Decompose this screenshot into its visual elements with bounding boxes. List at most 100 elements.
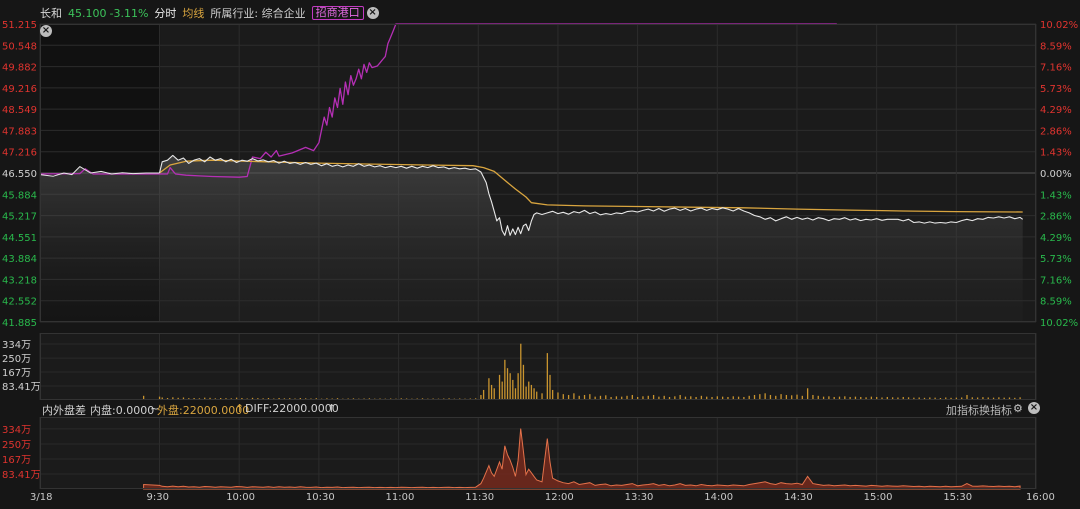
volume-bar bbox=[493, 388, 495, 400]
average-line-label: 均线 bbox=[182, 7, 205, 20]
time-axis-tick: 14:30 bbox=[784, 492, 813, 503]
percent-axis-tick: 7.16% bbox=[1040, 63, 1072, 74]
last-price: 45.100 bbox=[68, 6, 107, 20]
volume-bar bbox=[522, 364, 525, 400]
time-axis-tick: 15:00 bbox=[864, 492, 893, 503]
indicator-close-icon[interactable]: × bbox=[1028, 402, 1040, 414]
indicator-axis-tick: 250万 bbox=[2, 440, 31, 451]
timeshare-mode-button[interactable]: 分时 bbox=[154, 5, 176, 21]
diff-value: DIFF:22000.0000 bbox=[245, 402, 339, 415]
price-axis-tick: 43.218 bbox=[2, 275, 37, 286]
volume-bar bbox=[512, 379, 514, 400]
price-axis-tick: 41.885 bbox=[2, 318, 37, 329]
time-axis-tick: 9:30 bbox=[147, 492, 169, 503]
indicator-panel-bg bbox=[40, 417, 1036, 489]
indicator-axis-tick: 83.41万 bbox=[2, 470, 41, 481]
price-axis-tick: 43.884 bbox=[2, 254, 37, 265]
time-axis-tick: 16:00 bbox=[1026, 492, 1055, 503]
volume-bar bbox=[541, 393, 543, 400]
overlay-stock-tag[interactable]: 招商港口 bbox=[311, 6, 364, 20]
volume-axis-tick: 167万 bbox=[2, 368, 31, 379]
percent-axis-tick: 7.16% bbox=[1040, 275, 1072, 286]
volume-bar bbox=[528, 381, 530, 400]
industry-label: 所属行业: 综合企业 bbox=[210, 7, 306, 20]
price-axis-tick: 49.216 bbox=[2, 84, 37, 95]
volume-bar bbox=[536, 391, 538, 400]
outer-up-arrow-icon: ↑ bbox=[235, 402, 245, 415]
volume-axis-tick: 83.41万 bbox=[2, 382, 41, 393]
volume-bar bbox=[504, 359, 506, 400]
percent-axis-tick: 5.73% bbox=[1040, 84, 1072, 95]
overlay-close-icon[interactable]: × bbox=[366, 7, 379, 19]
switch-indicator-button[interactable]: 换指标 bbox=[979, 402, 1012, 418]
volume-bar bbox=[498, 374, 501, 400]
volume-bar bbox=[806, 388, 809, 400]
volume-panel-bg bbox=[40, 333, 1036, 400]
volume-bar bbox=[764, 393, 766, 400]
percent-axis-tick: 2.86% bbox=[1040, 126, 1072, 137]
price-axis-tick: 42.552 bbox=[2, 297, 37, 308]
price-axis-tick: 44.551 bbox=[2, 233, 37, 244]
percent-axis-tick: 10.02% bbox=[1040, 20, 1078, 31]
intraday-chart[interactable]: 51.215 10.02% 50.548 8.59% 49.882 7.16% 49.216… bbox=[0, 0, 1080, 509]
indicator-axis-tick: 334万 bbox=[2, 425, 31, 436]
percent-axis-tick: 4.29% bbox=[1040, 233, 1072, 244]
time-axis-tick: 11:30 bbox=[465, 492, 494, 503]
change-percent: -3.11% bbox=[109, 6, 149, 20]
price-axis-tick: 48.549 bbox=[2, 105, 37, 116]
volume-bar bbox=[482, 389, 485, 400]
volume-bar bbox=[557, 392, 559, 400]
time-axis-tick: 14:00 bbox=[704, 492, 733, 503]
volume-bar bbox=[546, 353, 548, 400]
gear-icon[interactable]: ⚙ bbox=[1013, 402, 1023, 415]
percent-axis-tick: 4.29% bbox=[1040, 105, 1072, 116]
volume-bar bbox=[517, 373, 519, 400]
volume-bar bbox=[520, 343, 522, 400]
price-axis-tick: 45.217 bbox=[2, 212, 37, 223]
price-axis-tick: 46.550 bbox=[2, 169, 37, 180]
percent-axis-tick: 5.73% bbox=[1040, 254, 1072, 265]
volume-bar bbox=[549, 374, 551, 400]
chart-header: 长和 45.100 -3.11% 分时 均线 所属行业: 综合企业 招商港口 × bbox=[0, 5, 385, 21]
volume-bar bbox=[552, 389, 554, 400]
time-axis-tick: 3/18 bbox=[30, 492, 52, 503]
price-axis-tick: 45.884 bbox=[2, 190, 37, 201]
indicator-title: 内外盘差 bbox=[42, 404, 86, 417]
volume-bar bbox=[525, 386, 527, 400]
volume-bar bbox=[530, 384, 533, 400]
volume-bar bbox=[514, 388, 517, 400]
volume-bar bbox=[509, 373, 511, 400]
time-axis-tick: 15:30 bbox=[943, 492, 972, 503]
time-axis-tick: 10:30 bbox=[306, 492, 335, 503]
price-axis-tick: 47.883 bbox=[2, 126, 37, 137]
time-axis-tick: 13:30 bbox=[625, 492, 654, 503]
add-indicator-button[interactable]: 加指标 bbox=[946, 402, 979, 418]
stock-name: 长和 bbox=[40, 7, 62, 20]
volume-bar bbox=[533, 388, 535, 400]
chart-close-icon[interactable]: × bbox=[40, 25, 52, 37]
percent-axis-tick: 10.02% bbox=[1040, 318, 1078, 329]
time-axis-tick: 12:00 bbox=[545, 492, 574, 503]
price-axis-tick: 49.882 bbox=[2, 63, 37, 74]
volume-bar bbox=[506, 368, 509, 400]
volume-bar bbox=[501, 381, 503, 400]
price-axis-tick: 47.216 bbox=[2, 148, 37, 159]
indicator-bar: 内外盘差 内盘:0.0000 ~ 外盘:22000.0000 ↑ DIFF:22… bbox=[0, 401, 1080, 417]
percent-axis-tick: 8.59% bbox=[1040, 297, 1072, 308]
percent-axis-tick: 1.43% bbox=[1040, 190, 1072, 201]
price-axis-tick: 51.215 bbox=[2, 20, 37, 31]
diff-up-arrow-icon: ↑ bbox=[327, 402, 337, 415]
percent-axis-tick: 1.43% bbox=[1040, 148, 1072, 159]
time-axis-tick: 10:00 bbox=[226, 492, 255, 503]
price-axis-tick: 50.548 bbox=[2, 41, 37, 52]
inner-volume-value: 内盘:0.0000 bbox=[90, 404, 155, 417]
volume-bar bbox=[490, 384, 493, 400]
volume-bar bbox=[573, 393, 575, 400]
time-axis-tick: 11:00 bbox=[386, 492, 415, 503]
percent-axis-tick: 2.86% bbox=[1040, 212, 1072, 223]
indicator-axis-tick: 167万 bbox=[2, 455, 31, 466]
volume-axis-tick: 250万 bbox=[2, 354, 31, 365]
volume-bar bbox=[488, 378, 490, 400]
volume-axis-tick: 334万 bbox=[2, 340, 31, 351]
percent-axis-tick: 0.00% bbox=[1040, 169, 1072, 180]
